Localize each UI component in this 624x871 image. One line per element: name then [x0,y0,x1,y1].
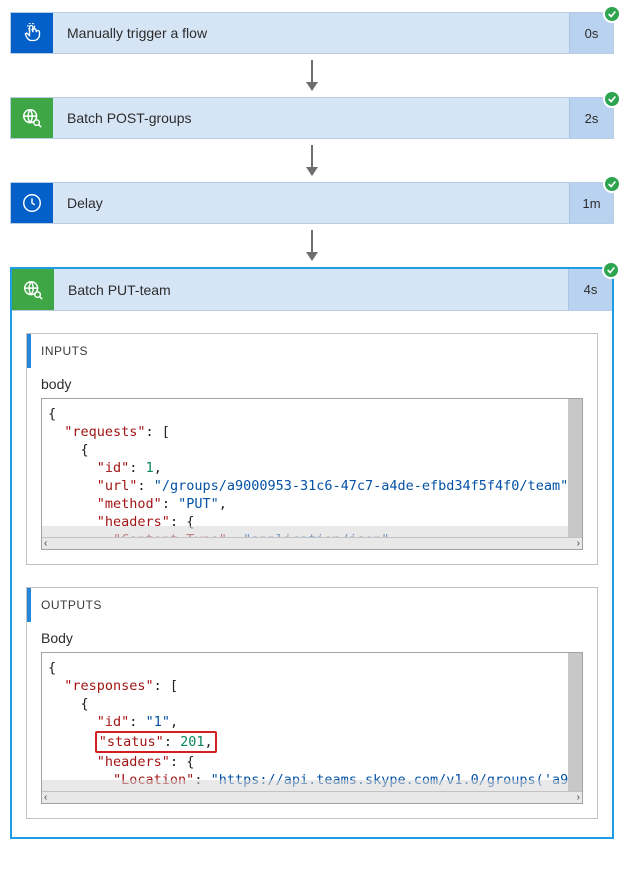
arrow-icon [10,145,614,176]
inputs-code-box[interactable]: { "requests": [ { "id": 1, "url": "/grou… [41,398,583,550]
chevron-right-icon[interactable]: › [577,538,580,549]
step-title: Manually trigger a flow [53,13,569,53]
inputs-json: { "requests": [ { "id": 1, "url": "/grou… [42,399,568,537]
step-title: Batch PUT-team [54,269,568,310]
success-badge [603,90,621,108]
clock-icon [11,183,53,223]
inputs-section: INPUTS body { "requests": [ { "id": 1, "… [26,333,598,565]
body-label: body [27,368,597,398]
chevron-left-icon[interactable]: ‹ [44,792,47,803]
vertical-scrollbar[interactable] [568,653,582,791]
chevron-left-icon[interactable]: ‹ [44,538,47,549]
globe-search-icon [12,269,54,310]
success-badge [602,261,620,279]
step-put-team[interactable]: Batch PUT-team 4s [12,269,612,311]
horizontal-scrollbar[interactable]: ‹ › [42,791,582,803]
outputs-header: OUTPUTS [27,588,597,622]
arrow-icon [10,60,614,91]
step-delay[interactable]: Delay 1m [10,182,614,224]
vertical-scrollbar[interactable] [568,399,582,537]
touch-icon [11,13,53,53]
chevron-right-icon[interactable]: › [577,792,580,803]
step-trigger[interactable]: Manually trigger a flow 0s [10,12,614,54]
outputs-code-box[interactable]: { "responses": [ { "id": "1", "status": … [41,652,583,804]
horizontal-scrollbar[interactable]: ‹ › [42,537,582,549]
outputs-section: OUTPUTS Body { "responses": [ { "id": "1… [26,587,598,819]
outputs-json: { "responses": [ { "id": "1", "status": … [42,653,568,791]
step-title: Delay [53,183,569,223]
arrow-icon [10,230,614,261]
inputs-header: INPUTS [27,334,597,368]
success-badge [603,5,621,23]
body-label: Body [27,622,597,652]
globe-search-icon [11,98,53,138]
step-title: Batch POST-groups [53,98,569,138]
step-post-groups[interactable]: Batch POST-groups 2s [10,97,614,139]
step-put-team-expanded: Batch PUT-team 4s INPUTS body { "request… [10,267,614,839]
success-badge [603,175,621,193]
